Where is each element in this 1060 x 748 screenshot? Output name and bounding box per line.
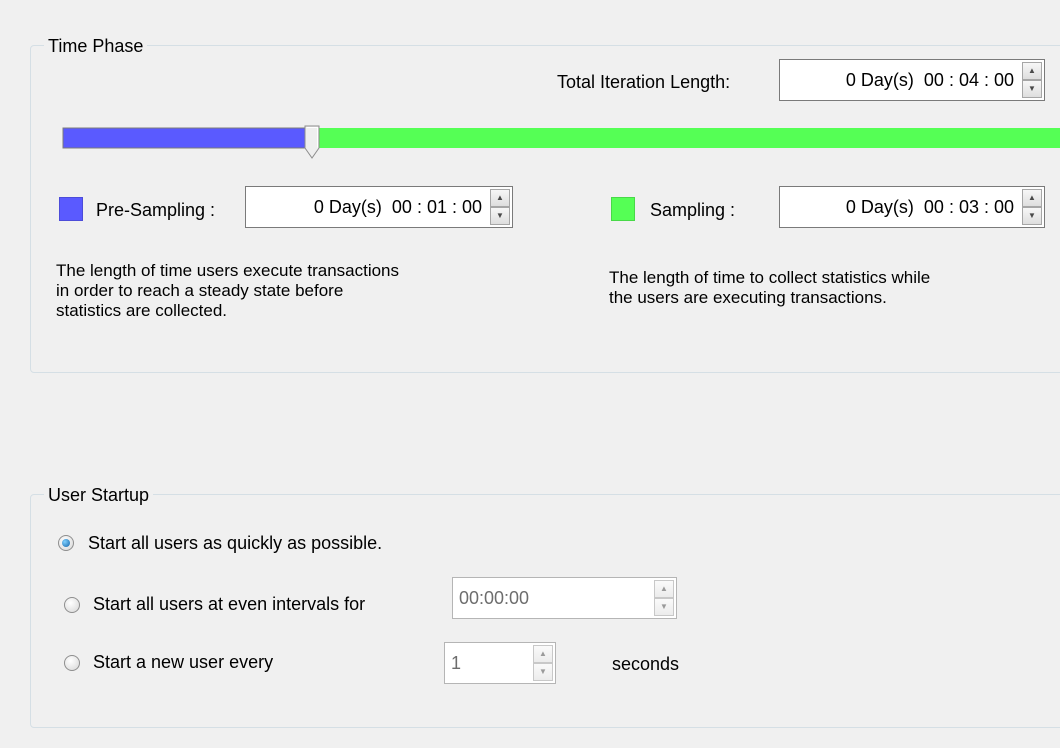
option-start-all-quickly-label[interactable]: Start all users as quickly as possible. [88, 533, 382, 554]
sampling-description: The length of time to collect statistics… [609, 268, 931, 307]
spin-down-icon[interactable]: ▼ [490, 207, 510, 225]
phase-slider[interactable] [62, 125, 1060, 159]
every-arrows[interactable]: ▲ ▼ [533, 645, 553, 681]
total-iteration-label: Total Iteration Length: [557, 72, 731, 92]
total-iteration-spinner[interactable]: 0 Day(s) 00 : 04 : 00 ▲ ▼ [779, 59, 1045, 101]
interval-value[interactable]: 00:00:00 [453, 578, 652, 618]
pre-sampling-spinner[interactable]: 0 Day(s) 00 : 01 : 00 ▲ ▼ [245, 186, 513, 228]
pre-sampling-label: Pre-Sampling : [96, 200, 216, 220]
total-iteration-arrows[interactable]: ▲ ▼ [1022, 62, 1042, 98]
spin-down-icon[interactable]: ▼ [654, 598, 674, 616]
pre-sampling-bar [62, 127, 313, 149]
sampling-value[interactable]: 0 Day(s) 00 : 03 : 00 [780, 187, 1020, 227]
spin-down-icon[interactable]: ▼ [1022, 80, 1042, 98]
option-start-even-intervals-label[interactable]: Start all users at even intervals for [93, 594, 365, 615]
option-start-new-user-every-label[interactable]: Start a new user every [93, 652, 273, 673]
every-spinner[interactable]: 1 ▲ ▼ [444, 642, 556, 684]
radio-start-new-user-every[interactable] [64, 655, 80, 671]
time-phase-legend: Time Phase [44, 36, 148, 56]
seconds-label: seconds [612, 654, 680, 674]
pre-sampling-value[interactable]: 0 Day(s) 00 : 01 : 00 [246, 187, 488, 227]
spin-up-icon[interactable]: ▲ [533, 645, 553, 663]
pre-sampling-color-swatch [59, 197, 83, 221]
spin-down-icon[interactable]: ▼ [533, 663, 553, 681]
radio-start-all-quickly[interactable] [58, 535, 74, 551]
spin-up-icon[interactable]: ▲ [654, 580, 674, 598]
every-value[interactable]: 1 [445, 643, 531, 683]
sampling-spinner[interactable]: 0 Day(s) 00 : 03 : 00 ▲ ▼ [779, 186, 1045, 228]
sampling-color-swatch [611, 197, 635, 221]
interval-arrows[interactable]: ▲ ▼ [654, 580, 674, 616]
pre-sampling-arrows[interactable]: ▲ ▼ [490, 189, 510, 225]
spin-up-icon[interactable]: ▲ [490, 189, 510, 207]
user-startup-legend: User Startup [44, 485, 154, 505]
sampling-label: Sampling : [650, 200, 736, 220]
sampling-arrows[interactable]: ▲ ▼ [1022, 189, 1042, 225]
interval-spinner[interactable]: 00:00:00 ▲ ▼ [452, 577, 677, 619]
radio-start-even-intervals[interactable] [64, 597, 80, 613]
spin-up-icon[interactable]: ▲ [1022, 189, 1042, 207]
pre-sampling-description: The length of time users execute transac… [56, 261, 400, 320]
sampling-bar [312, 128, 1060, 148]
total-iteration-value[interactable]: 0 Day(s) 00 : 04 : 00 [780, 60, 1020, 100]
spin-up-icon[interactable]: ▲ [1022, 62, 1042, 80]
spin-down-icon[interactable]: ▼ [1022, 207, 1042, 225]
slider-thumb[interactable] [304, 125, 320, 159]
